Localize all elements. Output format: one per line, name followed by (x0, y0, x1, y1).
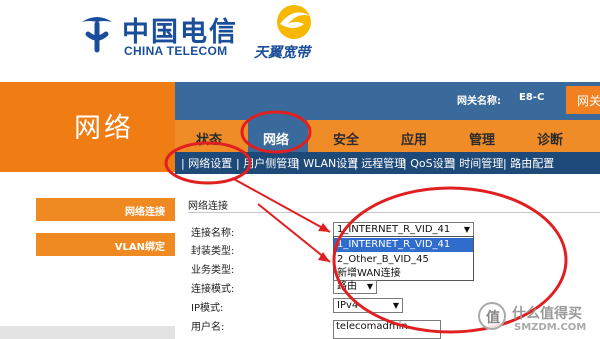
chevron-down-icon: ▼ (392, 301, 399, 310)
content-title: 网络连接 (188, 201, 228, 212)
conn-name-label: 连接名称: (191, 228, 235, 239)
conn-name-select[interactable]: 1_INTERNET_R_VID_41 ▼ (333, 222, 474, 237)
watermark-badge-icon: 值 (478, 302, 506, 330)
annotation-arrowhead-1 (318, 223, 330, 232)
username-label: 用户名: (191, 322, 225, 333)
chevron-down-icon: ▼ (366, 282, 373, 291)
gateway-name-value: E8-C (519, 92, 545, 103)
tab-diagnostics[interactable]: 诊断 (537, 129, 563, 148)
annotation-arrowhead-2 (318, 252, 330, 262)
dropdown-option[interactable]: 新增WAN连接 (334, 267, 473, 281)
subnav-user-side-management[interactable]: | 用户侧管理 (236, 155, 298, 171)
subnav-network-settings[interactable]: | 网络设置 (181, 155, 232, 171)
tianyi-logo-icon (277, 5, 311, 39)
china-telecom-logo-icon (82, 17, 112, 53)
tab-status[interactable]: 状态 (196, 129, 222, 148)
subnav-route-config[interactable]: | 路由配置 (503, 155, 554, 171)
tab-management[interactable]: 管理 (469, 129, 495, 148)
sidebar-item-network-connection[interactable]: 网络连接 (36, 198, 175, 221)
content-divider (188, 212, 600, 213)
dropdown-option[interactable]: 1_INTERNET_R_VID_41 (334, 238, 473, 252)
subnav-remote-management[interactable]: | 远程管理 (354, 155, 405, 171)
encap-type-label: 封装类型: (191, 246, 235, 257)
tianyi-text: 天翼宽带 (254, 45, 310, 61)
subnav-time-management[interactable]: | 时间管理 (452, 155, 503, 171)
annotation-arrow-1 (231, 177, 331, 233)
conn-name-dropdown[interactable]: 1_INTERNET_R_VID_41 2_Other_B_VID_45 新增W… (333, 236, 474, 281)
ip-mode-select[interactable]: IPv4 ▼ (333, 298, 403, 313)
watermark-text: 什么值得买 (512, 306, 582, 322)
china-telecom-en: CHINA TELECOM (124, 44, 228, 58)
chevron-down-icon: ▼ (463, 225, 470, 234)
username-input[interactable]: telecomadmin (333, 320, 441, 339)
page-title: 网络 (74, 113, 134, 144)
tab-applications[interactable]: 应用 (401, 129, 427, 148)
ip-mode-label: IP模式: (191, 303, 224, 314)
dropdown-option[interactable]: 2_Other_B_VID_45 (334, 253, 473, 267)
service-type-label: 业务类型: (191, 265, 235, 276)
sidebar-footer (0, 326, 175, 339)
gateway-name-label: 网关名称: (457, 96, 501, 107)
tab-security[interactable]: 安全 (333, 129, 359, 148)
subnav-wlan-settings[interactable]: | WLAN设置 (296, 155, 358, 171)
conn-mode-label: 连接模式: (191, 284, 235, 295)
header: 中国电信 CHINA TELECOM 天翼宽带 (0, 0, 600, 82)
tab-network[interactable]: 网络 (263, 129, 289, 148)
watermark-url: SMZDM.COM (514, 322, 587, 333)
sidebar-item-vlan-binding[interactable]: VLAN绑定 (36, 233, 175, 256)
conn-mode-select[interactable]: 路由 ▼ (333, 280, 377, 294)
gateway-tab[interactable]: 网关 (566, 86, 600, 114)
subnav-qos-settings[interactable]: | QoS设置 (403, 155, 455, 171)
